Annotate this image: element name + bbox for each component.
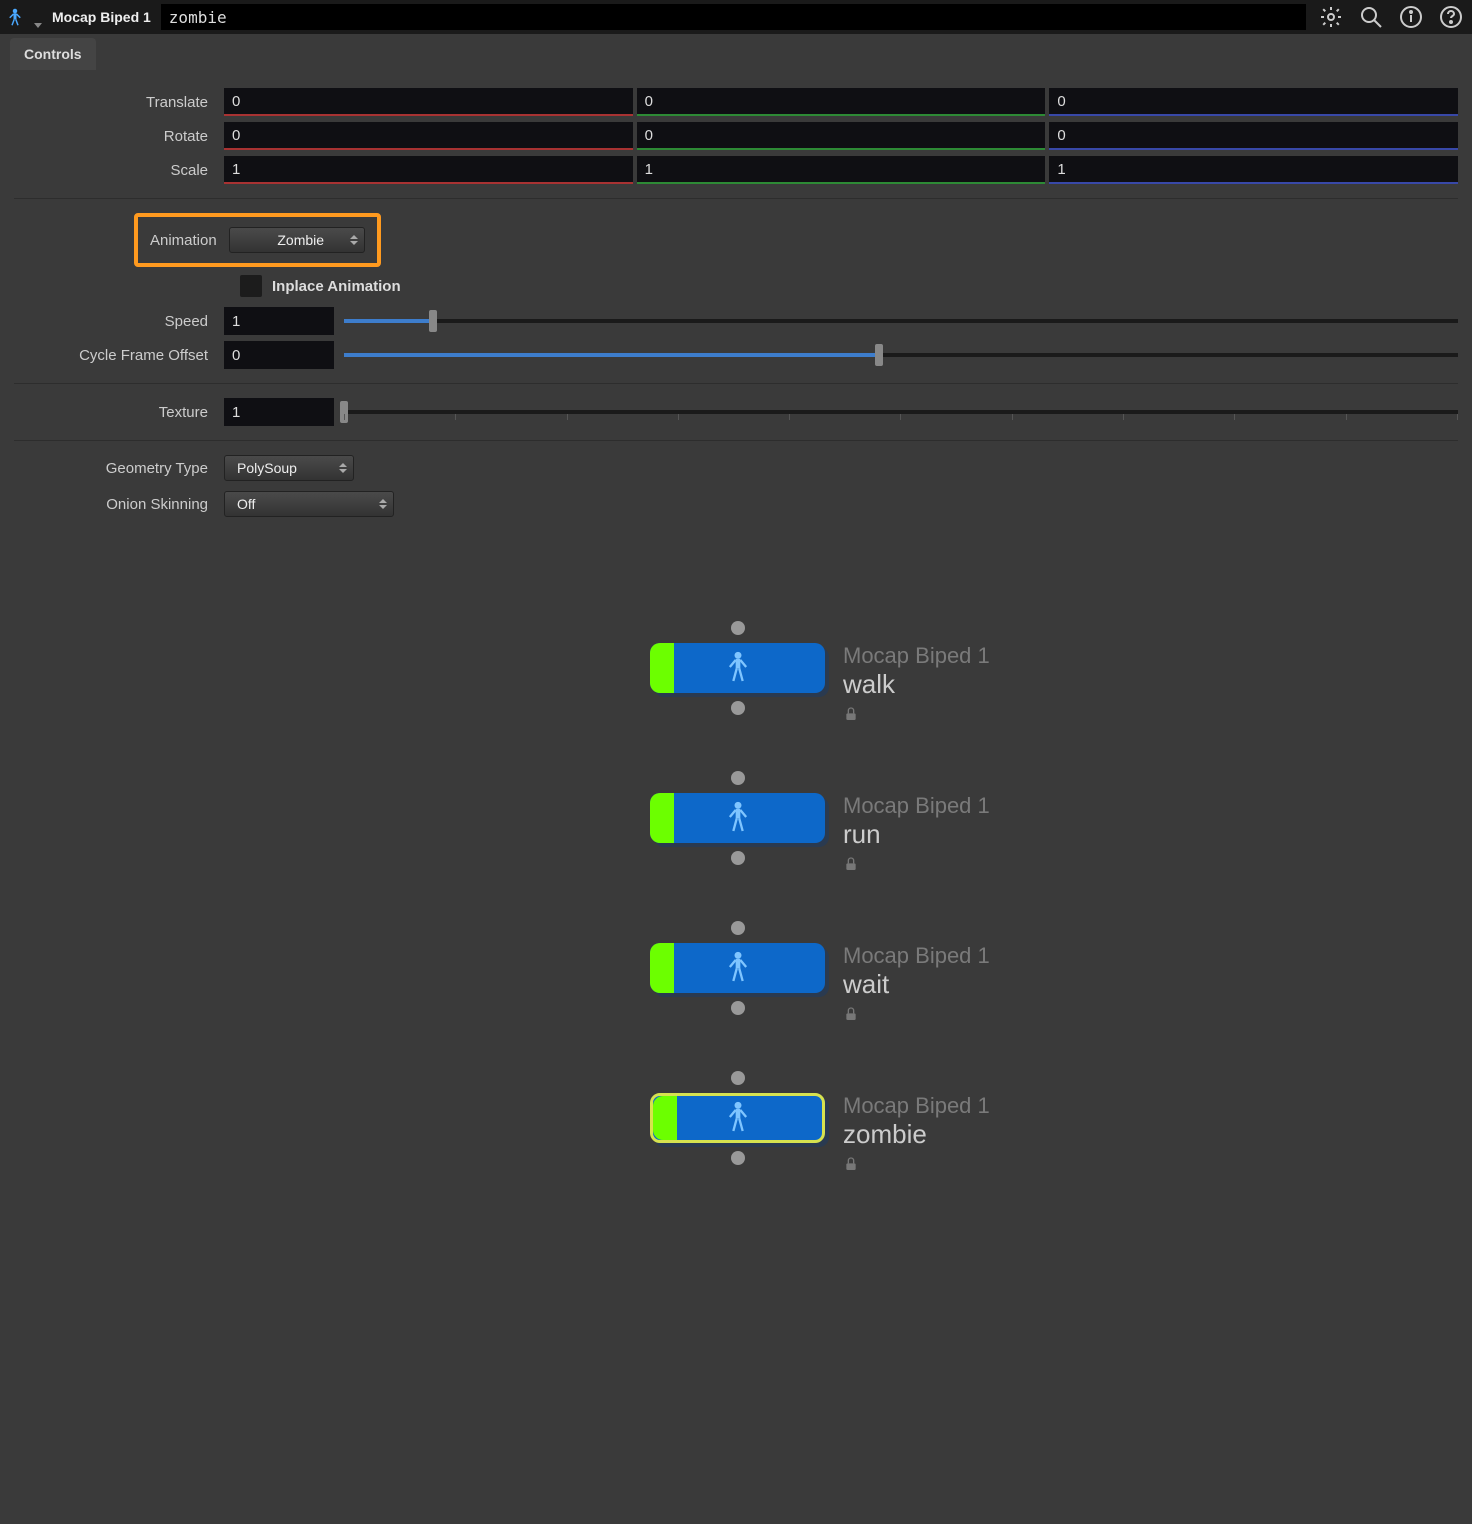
- translate-label: Translate: [14, 94, 224, 111]
- rotate-x[interactable]: [224, 122, 633, 150]
- scale-label: Scale: [14, 162, 224, 179]
- node-input-connector[interactable]: [731, 921, 745, 935]
- biped-icon: [724, 950, 752, 987]
- graph-node-walk[interactable]: Mocap Biped 1 walk: [650, 643, 990, 725]
- lock-icon: [843, 706, 990, 725]
- cfo-input[interactable]: [224, 341, 334, 369]
- inplace-label: Inplace Animation: [272, 278, 401, 295]
- cfo-slider[interactable]: [344, 341, 1458, 369]
- gear-icon[interactable]: [1316, 2, 1346, 32]
- graph-node-wait[interactable]: Mocap Biped 1 wait: [650, 943, 990, 1025]
- texture-label: Texture: [14, 404, 224, 421]
- translate-x[interactable]: [224, 88, 633, 116]
- node-graph[interactable]: Mocap Biped 1 walk Mocap Biped 1 run: [0, 563, 1472, 1283]
- lock-icon: [843, 856, 990, 875]
- node-input-connector[interactable]: [731, 771, 745, 785]
- texture-input[interactable]: [224, 398, 334, 426]
- node-output-connector[interactable]: [731, 1151, 745, 1165]
- node-type-dropdown-arrow[interactable]: [34, 23, 42, 28]
- scale-z[interactable]: [1049, 156, 1458, 184]
- node-name-label: wait: [843, 969, 990, 1000]
- node-name-label: walk: [843, 669, 990, 700]
- biped-icon: [724, 800, 752, 837]
- rotate-label: Rotate: [14, 128, 224, 145]
- info-icon[interactable]: [1396, 2, 1426, 32]
- translate-z[interactable]: [1049, 88, 1458, 116]
- lock-icon: [843, 1156, 990, 1175]
- node-type-label: Mocap Biped 1: [843, 793, 990, 819]
- node-type-label: Mocap Biped 1: [843, 1093, 990, 1119]
- biped-icon: [724, 1100, 752, 1137]
- scale-y[interactable]: [637, 156, 1046, 184]
- node-output-connector[interactable]: [731, 701, 745, 715]
- texture-slider[interactable]: [344, 398, 1458, 426]
- onion-label: Onion Skinning: [14, 496, 224, 513]
- biped-icon: [6, 6, 24, 28]
- node-title: Mocap Biped 1: [52, 9, 151, 25]
- search-icon[interactable]: [1356, 2, 1386, 32]
- animation-label: Animation: [150, 232, 217, 249]
- animation-dropdown[interactable]: Zombie: [229, 227, 365, 253]
- speed-input[interactable]: [224, 307, 334, 335]
- speed-slider[interactable]: [344, 307, 1458, 335]
- node-name-label: zombie: [843, 1119, 990, 1150]
- biped-icon: [724, 650, 752, 687]
- node-input-connector[interactable]: [731, 1071, 745, 1085]
- inplace-checkbox[interactable]: [240, 275, 262, 297]
- geometry-dropdown[interactable]: PolySoup: [224, 455, 354, 481]
- onion-dropdown[interactable]: Off: [224, 491, 394, 517]
- geometry-selected: PolySoup: [237, 460, 297, 476]
- tab-controls[interactable]: Controls: [10, 38, 96, 70]
- node-name-input[interactable]: [161, 4, 1306, 30]
- node-output-connector[interactable]: [731, 1001, 745, 1015]
- onion-selected: Off: [237, 496, 255, 512]
- help-icon[interactable]: [1436, 2, 1466, 32]
- animation-selected: Zombie: [277, 232, 324, 248]
- speed-label: Speed: [14, 313, 224, 330]
- node-type-label: Mocap Biped 1: [843, 943, 990, 969]
- animation-highlight: Animation Zombie: [134, 213, 381, 267]
- cfo-label: Cycle Frame Offset: [14, 347, 224, 364]
- translate-y[interactable]: [637, 88, 1046, 116]
- node-type-label: Mocap Biped 1: [843, 643, 990, 669]
- scale-x[interactable]: [224, 156, 633, 184]
- node-output-connector[interactable]: [731, 851, 745, 865]
- node-name-label: run: [843, 819, 990, 850]
- graph-node-zombie[interactable]: Mocap Biped 1 zombie: [650, 1093, 990, 1175]
- lock-icon: [843, 1006, 990, 1025]
- geometry-label: Geometry Type: [14, 460, 224, 477]
- rotate-z[interactable]: [1049, 122, 1458, 150]
- rotate-y[interactable]: [637, 122, 1046, 150]
- graph-node-run[interactable]: Mocap Biped 1 run: [650, 793, 990, 875]
- node-input-connector[interactable]: [731, 621, 745, 635]
